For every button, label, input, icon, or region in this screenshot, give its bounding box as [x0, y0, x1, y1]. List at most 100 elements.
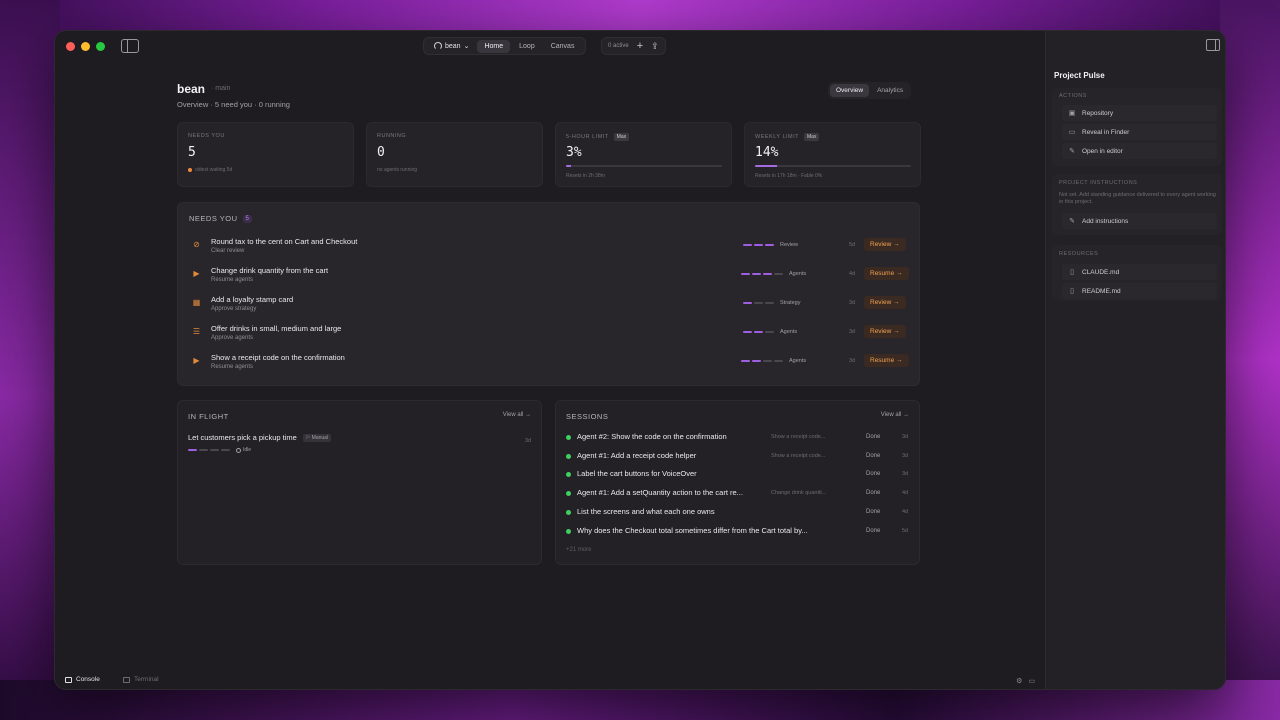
project-switcher-label: bean	[445, 42, 461, 50]
stage-progress	[743, 331, 774, 333]
status-dot-icon	[566, 435, 571, 440]
status-dot-icon	[566, 453, 571, 459]
console-tab[interactable]: Console	[65, 676, 100, 683]
session-status: Done	[866, 508, 881, 515]
actions-section: ACTIONS ▣ Repository ▭ Reveal in Finder ✎ O…	[1052, 88, 1222, 166]
play-circle-icon: ▶	[193, 356, 200, 365]
stat-value: 3%	[566, 145, 582, 160]
in-flight-view-all-link[interactable]: View all →	[503, 412, 531, 418]
stage-label: Agents	[780, 329, 798, 335]
stat-label: RUNNING	[377, 133, 407, 139]
share-icon[interactable]: ⇪	[651, 41, 659, 52]
needs-you-action-button[interactable]: Review →	[864, 296, 906, 309]
stage-progress	[741, 360, 783, 362]
in-flight-title: IN FLIGHT	[188, 412, 229, 421]
progress-step	[774, 360, 783, 362]
settings-icon[interactable]: ⚙	[1016, 677, 1022, 685]
in-flight-item[interactable]: Let customers pick a pickup time ⚐ Manua…	[188, 433, 332, 442]
needs-you-title: Show a receipt code on the confirmation	[211, 353, 345, 362]
inspector-toggle-icon[interactable]	[1206, 39, 1220, 51]
tab-canvas[interactable]: Canvas	[544, 40, 582, 53]
progress-step	[741, 273, 750, 275]
stat-needs-you[interactable]: NEEDS YOU 5 oldest waiting 5d	[177, 122, 354, 187]
session-age: 3d	[902, 471, 909, 478]
view-switcher: Overview Analytics	[828, 82, 912, 99]
sessions-more-link[interactable]: +21 more	[566, 547, 592, 553]
progress-step	[765, 302, 774, 304]
progress-step	[754, 302, 763, 304]
session-row[interactable]: Agent #2: Show the code on the confirmat…	[566, 431, 911, 445]
tab-loop[interactable]: Loop	[512, 40, 542, 53]
resource-claude-md[interactable]: ▯ CLAUDE.md	[1062, 264, 1217, 280]
project-icon	[434, 42, 442, 50]
needs-you-action-button[interactable]: Resume →	[864, 354, 909, 367]
reveal-in-finder-button[interactable]: ▭ Reveal in Finder	[1062, 124, 1217, 140]
needs-you-title: Round tax to the cent on Cart and Checko…	[211, 237, 358, 246]
resources-heading: RESOURCES	[1059, 251, 1099, 257]
needs-you-row[interactable]: ☰ Offer drinks in small, medium and larg…	[178, 321, 921, 349]
session-row[interactable]: Why does the Checkout total sometimes di…	[566, 525, 911, 539]
stat-weekly-limit[interactable]: WEEKLY LIMIT Max 14% Resets in 17h 18m ·…	[744, 122, 921, 187]
session-row[interactable]: Agent #1: Add a receipt code helper Show…	[566, 450, 911, 464]
terminal-icon	[123, 676, 130, 683]
needs-you-action-button[interactable]: Review →	[864, 325, 906, 338]
stat-value: 5	[188, 145, 196, 160]
project-switcher[interactable]: bean ⌄	[428, 42, 475, 50]
session-row[interactable]: Agent #1: Add a setQuantity action to th…	[566, 487, 911, 501]
tab-analytics[interactable]: Analytics	[871, 84, 909, 97]
panel-icon[interactable]: ▭	[1028, 677, 1035, 685]
status-dot-icon	[566, 509, 571, 515]
open-in-editor-button[interactable]: ✎ Open in editor	[1062, 143, 1217, 159]
session-row[interactable]: Label the cart buttons for VoiceOver Don…	[566, 468, 911, 482]
footer-icons: ⚙ ▭	[1016, 677, 1035, 685]
progress-step	[752, 273, 761, 275]
tab-overview[interactable]: Overview	[830, 84, 870, 97]
repository-button[interactable]: ▣ Repository	[1062, 105, 1217, 121]
app-window: bean ⌄ Home Loop Canvas 0 active + ⇪ bea…	[54, 30, 1226, 690]
terminal-tab-label: Terminal	[134, 676, 159, 683]
needs-you-row[interactable]: ▶ Change drink quantity from the cart Re…	[178, 263, 921, 291]
resource-readme-md[interactable]: ▯ README.md	[1062, 283, 1217, 299]
needs-you-action-button[interactable]: Review →	[864, 238, 906, 251]
needs-you-row[interactable]: ⊘ Round tax to the cent on Cart and Chec…	[178, 234, 921, 262]
terminal-tab[interactable]: Terminal	[123, 676, 159, 683]
zoom-window-button[interactable]	[96, 42, 105, 51]
session-row[interactable]: List the screens and what each one owns …	[566, 506, 911, 520]
stat-5-hour-limit[interactable]: 5-HOUR LIMIT Max 3% Resets in 2h 38m	[555, 122, 732, 187]
progress-step	[752, 360, 761, 362]
progress-step	[743, 302, 752, 304]
session-title: Agent #2: Show the code on the confirmat…	[577, 432, 727, 441]
idle-circle-icon	[236, 447, 241, 453]
console-icon	[65, 676, 72, 683]
stat-running[interactable]: RUNNING 0 no agents running	[366, 122, 543, 187]
add-instructions-button[interactable]: ✎ Add instructions	[1062, 213, 1217, 229]
sessions-view-all-link[interactable]: View all →	[881, 412, 909, 418]
session-title: Why does the Checkout total sometimes di…	[577, 525, 808, 535]
window-controls	[66, 42, 105, 51]
status-dot-icon	[566, 491, 571, 497]
usage-progress-fill	[566, 165, 571, 167]
console-tab-label: Console	[76, 676, 100, 683]
status-dot-icon	[566, 528, 571, 534]
progress-step	[765, 331, 774, 333]
page-title: bean	[177, 82, 206, 96]
stage-progress	[741, 273, 783, 275]
needs-you-row[interactable]: ▦ Add a loyalty stamp card Approve strat…	[178, 292, 921, 320]
needs-you-row[interactable]: ▶ Show a receipt code on the confirmatio…	[178, 350, 921, 378]
tab-home[interactable]: Home	[477, 39, 511, 53]
minimize-window-button[interactable]	[81, 42, 90, 51]
close-window-button[interactable]	[66, 42, 75, 51]
needs-you-title: Add a loyalty stamp card	[211, 295, 294, 304]
add-instructions-label: Add instructions	[1082, 217, 1129, 225]
age-label: 5d	[849, 242, 856, 248]
session-age: 3d	[902, 452, 909, 459]
stage-label: Agents	[789, 271, 807, 277]
sidebar-toggle-icon[interactable]	[121, 39, 139, 53]
progress-step	[741, 360, 750, 362]
progress-step	[754, 244, 763, 246]
stat-note: Resets in 2h 38m	[566, 173, 605, 179]
new-agent-button[interactable]: +	[637, 40, 643, 52]
progress-step	[743, 331, 752, 333]
needs-you-action-button[interactable]: Resume →	[864, 267, 909, 280]
session-status: Done	[866, 527, 881, 534]
